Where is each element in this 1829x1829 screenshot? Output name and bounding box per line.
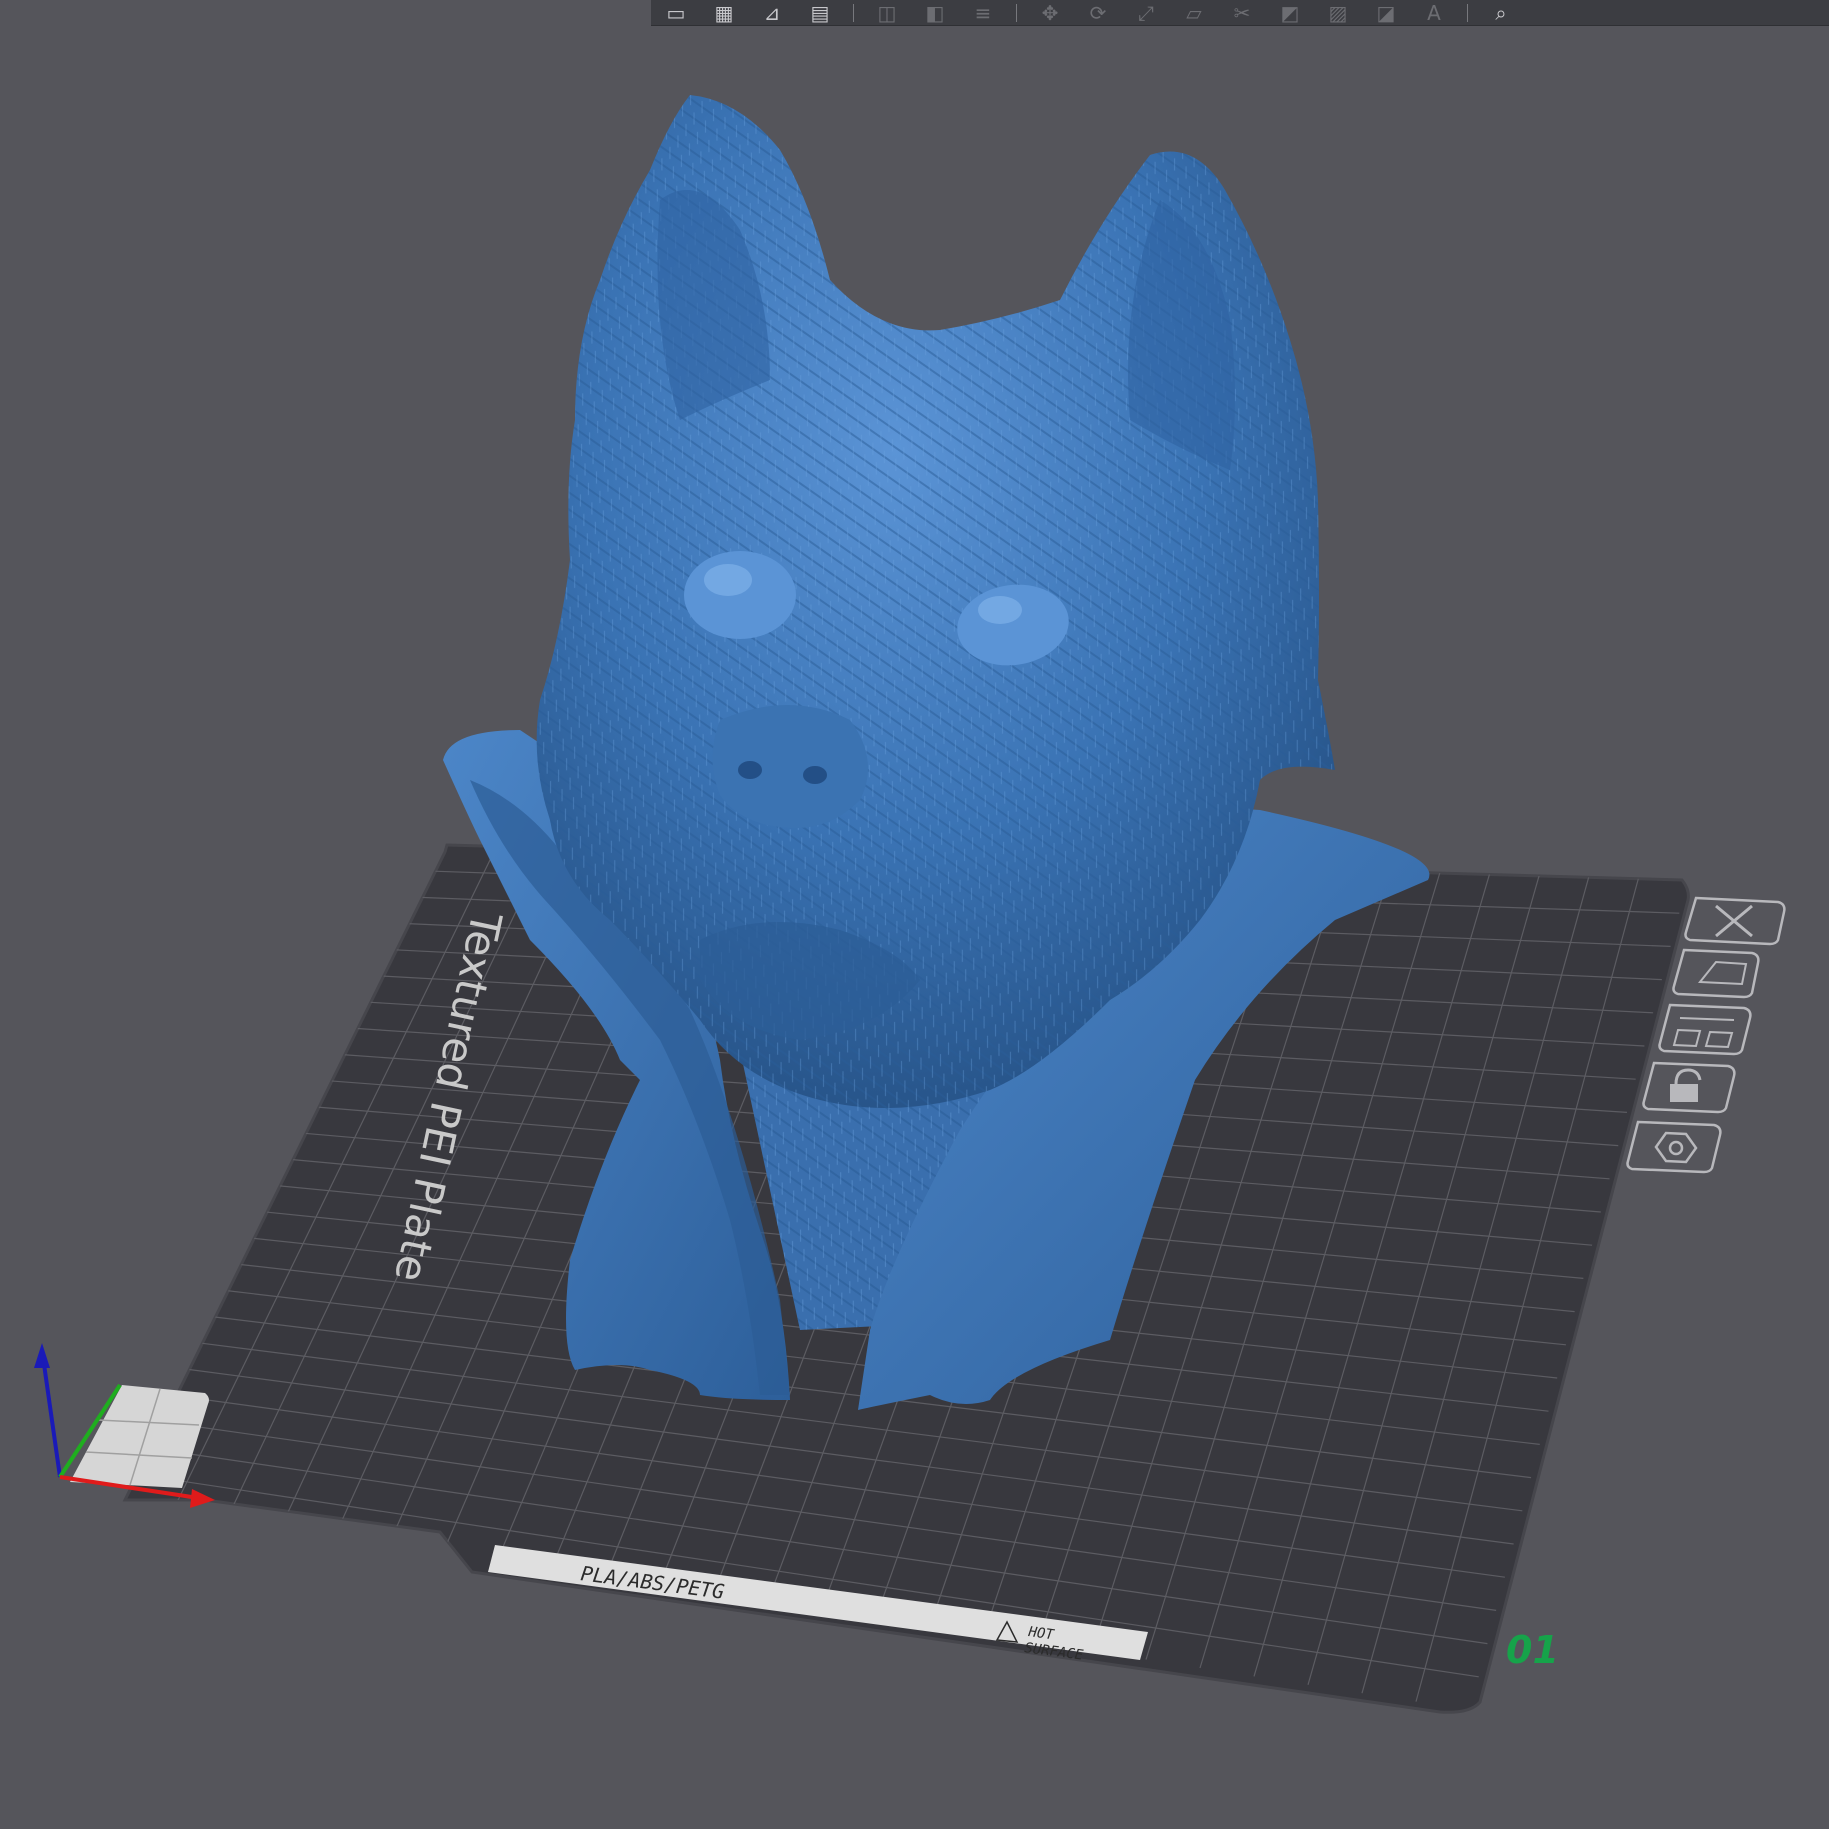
left-eye bbox=[684, 551, 796, 639]
delete-plate-icon[interactable] bbox=[1684, 896, 1786, 946]
plate-number: 01 bbox=[1506, 1628, 1559, 1672]
nose bbox=[712, 705, 868, 829]
plate-settings-icon[interactable] bbox=[1626, 1120, 1722, 1174]
3d-viewport[interactable]: PLA/ABS/PETG HOT SURFACE Textured PEI Pl… bbox=[0, 0, 1829, 1829]
lock-plate-icon[interactable] bbox=[1642, 1061, 1736, 1114]
arrange-plate-icon[interactable] bbox=[1658, 1003, 1752, 1056]
auto-orient-plate-icon[interactable] bbox=[1672, 948, 1760, 999]
